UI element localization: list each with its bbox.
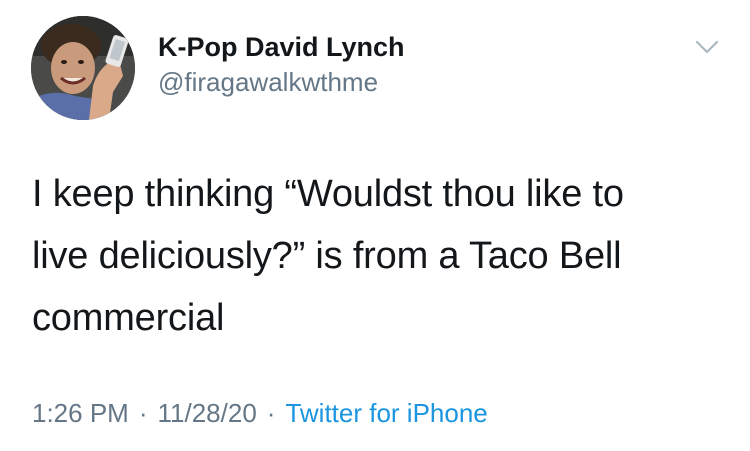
tweet-header: K-Pop David Lynch @firagawalkwthme bbox=[158, 30, 405, 99]
display-name[interactable]: K-Pop David Lynch bbox=[158, 30, 405, 64]
avatar-image bbox=[31, 16, 135, 120]
separator-dot: · bbox=[138, 398, 148, 428]
tweet-text-line: live deliciously?” is from a Taco Bell bbox=[32, 235, 622, 277]
tweet-text: I keep thinking “Wouldst thou like to li… bbox=[32, 163, 722, 349]
tweet-date[interactable]: 11/28/20 bbox=[158, 398, 257, 428]
tweet-source-link[interactable]: Twitter for iPhone bbox=[285, 398, 487, 428]
chevron-down-icon[interactable] bbox=[694, 38, 720, 56]
tweet-text-line: commercial bbox=[32, 297, 225, 339]
tweet-text-line: I keep thinking “Wouldst thou like to bbox=[32, 173, 624, 215]
tweet-time[interactable]: 1:26 PM bbox=[32, 398, 129, 428]
user-handle[interactable]: @firagawalkwthme bbox=[158, 65, 405, 99]
separator-dot: · bbox=[266, 398, 276, 428]
avatar[interactable] bbox=[31, 16, 135, 120]
tweet-card: K-Pop David Lynch @firagawalkwthme I kee… bbox=[0, 0, 750, 451]
tweet-metadata: 1:26 PM · 11/28/20 · Twitter for iPhone bbox=[32, 396, 488, 430]
